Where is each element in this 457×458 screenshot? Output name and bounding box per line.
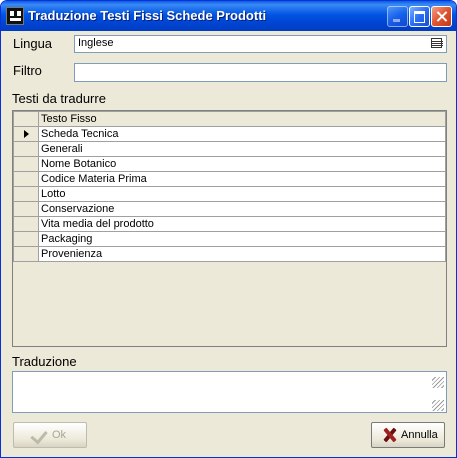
annulla-button-label: Annulla xyxy=(401,429,438,441)
table-cell[interactable]: Lotto xyxy=(38,186,446,202)
table-row[interactable]: Packaging xyxy=(13,231,446,247)
list-icon[interactable] xyxy=(431,37,444,50)
checkmark-icon xyxy=(30,426,48,445)
dialog-window: Traduzione Testi Fissi Schede Prodotti L… xyxy=(0,0,457,458)
ok-button[interactable]: Ok xyxy=(13,422,87,448)
row-indicator[interactable] xyxy=(13,186,39,202)
table-cell[interactable]: Nome Botanico xyxy=(38,156,446,172)
close-icon[interactable] xyxy=(431,6,452,27)
table-cell[interactable]: Scheda Tecnica xyxy=(38,126,446,142)
cancel-x-icon xyxy=(382,427,398,443)
testi-label: Testi da tradurre xyxy=(12,91,106,106)
row-indicator[interactable] xyxy=(13,171,39,187)
table-row[interactable]: Nome Botanico xyxy=(13,156,446,172)
table-row[interactable]: Lotto xyxy=(13,186,446,202)
grid-header-row: Testo Fisso xyxy=(13,111,446,127)
column-header-testo-fisso[interactable]: Testo Fisso xyxy=(38,111,446,127)
current-row-arrow-icon xyxy=(24,130,29,138)
traduzione-label: Traduzione xyxy=(12,354,77,369)
table-cell[interactable]: Packaging xyxy=(38,231,446,247)
ok-button-label: Ok xyxy=(52,429,67,441)
table-row[interactable]: Codice Materia Prima xyxy=(13,171,446,187)
app-icon[interactable] xyxy=(6,7,24,25)
lingua-value: Inglese xyxy=(78,37,114,49)
traduzione-textarea[interactable] xyxy=(12,371,447,413)
row-indicator[interactable] xyxy=(13,141,39,157)
table-row[interactable]: Scheda Tecnica xyxy=(13,126,446,142)
table-cell[interactable]: Vita media del prodotto xyxy=(38,216,446,232)
scroll-down-grip-icon[interactable] xyxy=(432,400,444,411)
filtro-label: Filtro xyxy=(13,63,42,78)
lingua-label: Lingua xyxy=(13,36,53,51)
table-cell[interactable]: Conservazione xyxy=(38,201,446,217)
table-cell[interactable]: Generali xyxy=(38,141,446,157)
table-row[interactable]: Conservazione xyxy=(13,201,446,217)
table-row[interactable]: Provenienza xyxy=(13,246,446,262)
table-row[interactable]: Vita media del prodotto xyxy=(13,216,446,232)
row-indicator[interactable] xyxy=(13,156,39,172)
row-indicator[interactable] xyxy=(13,126,39,142)
table-cell[interactable]: Codice Materia Prima xyxy=(38,171,446,187)
minimize-icon[interactable] xyxy=(387,6,408,27)
scroll-up-grip-icon[interactable] xyxy=(432,377,444,388)
testi-grid[interactable]: Testo Fisso Scheda Tecnica Generali Nome… xyxy=(12,110,447,347)
table-row[interactable]: Generali xyxy=(13,141,446,157)
filtro-input[interactable] xyxy=(74,63,447,82)
maximize-icon[interactable] xyxy=(409,6,430,27)
title-bar[interactable]: Traduzione Testi Fissi Schede Prodotti xyxy=(1,1,456,31)
row-indicator[interactable] xyxy=(13,231,39,247)
row-indicator[interactable] xyxy=(13,216,39,232)
annulla-button[interactable]: Annulla xyxy=(371,422,445,448)
row-indicator-header xyxy=(13,111,39,127)
row-indicator[interactable] xyxy=(13,246,39,262)
row-indicator[interactable] xyxy=(13,201,39,217)
table-cell[interactable]: Provenienza xyxy=(38,246,446,262)
window-title: Traduzione Testi Fissi Schede Prodotti xyxy=(28,8,267,23)
lingua-select[interactable]: Inglese xyxy=(74,35,447,53)
